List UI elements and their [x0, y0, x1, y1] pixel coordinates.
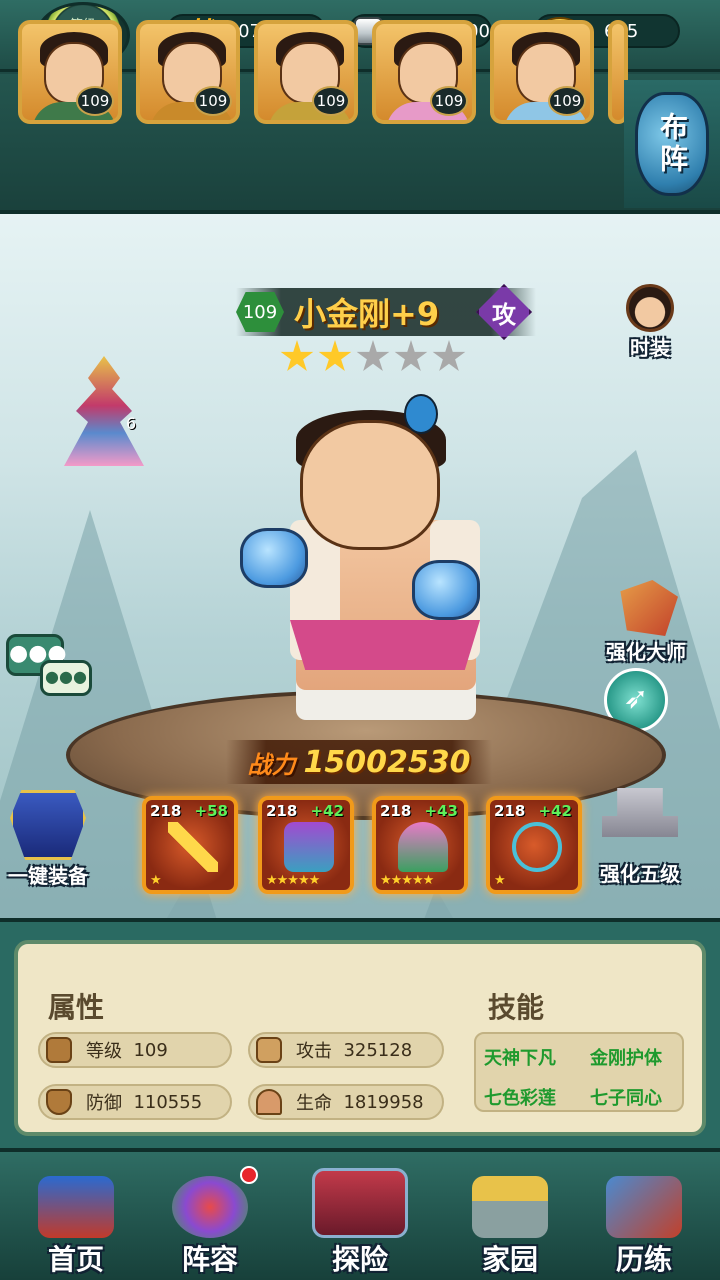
hero-star-rating	[280, 340, 466, 374]
skill-item[interactable]: 七色彩莲	[484, 1084, 556, 1110]
strengthen-master-button[interactable]: 强化大师	[606, 580, 686, 665]
star-icon	[280, 340, 314, 371]
armor-icon	[10, 790, 86, 860]
equip-slot-armor[interactable]: 218 +42 ★★★★★	[258, 796, 354, 894]
skill-item[interactable]: 天神下凡	[484, 1044, 556, 1070]
lineup-notification-dot	[240, 1166, 258, 1184]
gourd-icon: 布阵	[635, 92, 709, 196]
hero-slot-3[interactable]: 109	[254, 20, 358, 124]
hero-power-display: 战力 15002530	[226, 740, 492, 784]
house-icon	[472, 1176, 548, 1238]
skill-item[interactable]: 金刚护体	[590, 1044, 662, 1070]
hero-head	[300, 420, 440, 550]
pagoda-tower-button[interactable]: 6	[64, 356, 144, 466]
skills-title: 技能	[488, 991, 545, 1024]
star-icon	[432, 340, 466, 371]
sword-icon	[256, 1037, 282, 1063]
flying-sword-icon	[606, 1176, 682, 1238]
power-value: 15002530	[303, 744, 471, 780]
hero-level-badge: 109	[236, 292, 284, 332]
gourds-icon	[172, 1176, 248, 1238]
equip-slot-weapon[interactable]: 218 +58 ★	[142, 796, 238, 894]
gourd-ornament-icon	[404, 394, 438, 434]
hero-level: 109	[312, 86, 350, 116]
nav-homestead[interactable]: 家园	[450, 1168, 570, 1278]
hero-level: 109	[430, 86, 468, 116]
fashion-button[interactable]: 时装	[626, 284, 674, 361]
fashion-avatar-icon	[626, 284, 674, 332]
pagoda-icon	[64, 356, 144, 466]
equip-slot-necklace[interactable]: 218 +42 ★	[486, 796, 582, 894]
stat-hp: 生命 1819958	[248, 1084, 444, 1120]
hammer-icon	[602, 788, 678, 837]
crystal-fist-icon	[240, 528, 308, 588]
skill-item[interactable]: 七子同心	[590, 1084, 662, 1110]
anvil-scroll-icon	[620, 580, 678, 636]
palace-gate-icon	[38, 1176, 114, 1238]
equip-slot-helmet[interactable]: 218 +43 ★★★★★	[372, 796, 468, 894]
nav-home[interactable]: 首页	[16, 1168, 136, 1278]
attributes-title: 属性	[48, 991, 105, 1024]
robe-icon	[284, 822, 334, 872]
formation-label: 布阵	[656, 112, 689, 176]
chat-button[interactable]: ●●● ●●●	[6, 634, 92, 698]
nav-lineup[interactable]: 阵容	[150, 1168, 270, 1278]
nav-training[interactable]: 历练	[584, 1168, 704, 1278]
stat-attack: 攻击 325128	[248, 1032, 444, 1068]
strengthen-five-button[interactable]: 强化五级	[600, 788, 680, 887]
chat-bubble-icon: ●●● ●●●	[6, 634, 92, 698]
hero-level: 109	[548, 86, 586, 116]
power-label: 战力	[247, 750, 296, 779]
hero-level: 109	[76, 86, 114, 116]
hero-slot-5[interactable]: 109	[490, 20, 594, 124]
one-key-equip-button[interactable]: 一键装备	[8, 790, 88, 889]
lotus-icon	[256, 1089, 282, 1115]
star-icon	[356, 340, 390, 371]
strength-arm-icon	[46, 1037, 72, 1063]
temple-door-icon	[312, 1168, 408, 1238]
hero-slot-4[interactable]: 109	[372, 20, 476, 124]
shield-icon	[46, 1089, 72, 1115]
crystal-fist-icon	[412, 560, 480, 620]
formation-button[interactable]: 布阵	[624, 80, 720, 208]
hero-slot-2[interactable]: 109	[136, 20, 240, 124]
star-icon	[394, 340, 428, 371]
crown-icon	[398, 822, 448, 872]
stat-defense: 防御 110555	[38, 1084, 232, 1120]
stat-level: 等级 109	[38, 1032, 232, 1068]
hero-level: 109	[194, 86, 232, 116]
necklace-icon	[512, 822, 562, 872]
sword-icon	[168, 822, 218, 872]
nav-explore[interactable]: 探险	[300, 1168, 420, 1278]
star-icon	[318, 340, 352, 371]
hero-name: 小金刚+9	[294, 295, 440, 333]
hero-slot-1[interactable]: 109	[18, 20, 122, 124]
